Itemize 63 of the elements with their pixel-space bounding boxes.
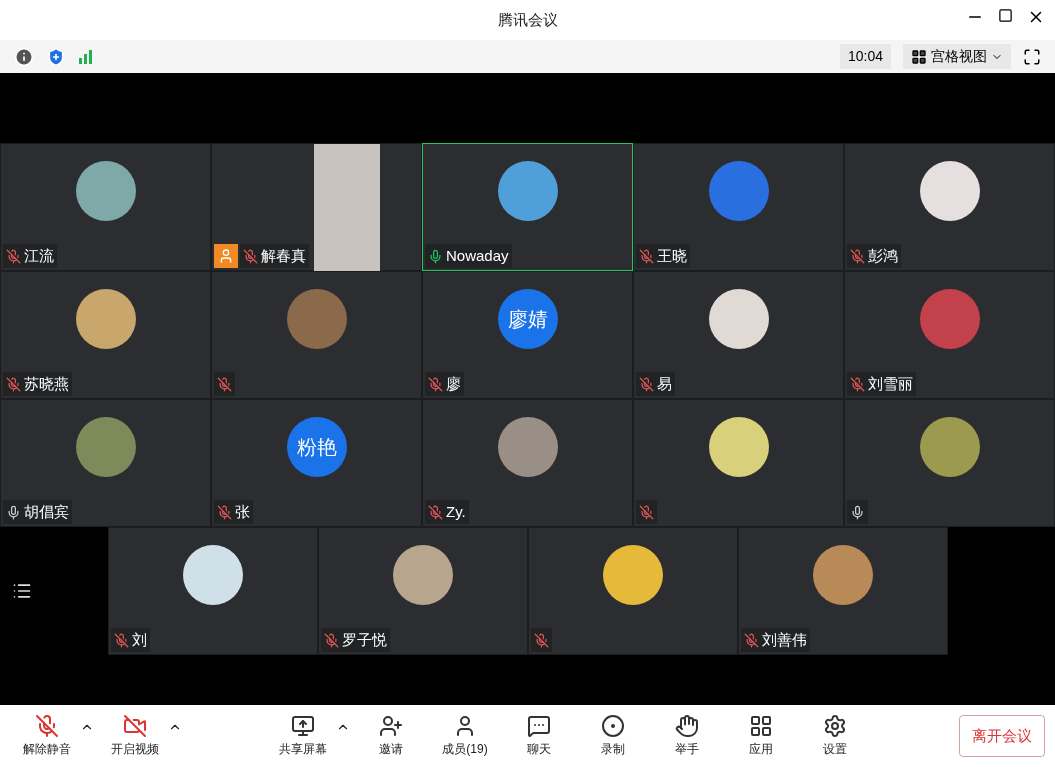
record-icon [601,714,625,738]
toolbar-button[interactable]: 聊天 [506,714,572,758]
toolbar-button[interactable]: 开启视频 [102,714,182,758]
participant-name: 解春真 [261,245,306,266]
share-icon [291,714,315,738]
participant-name: Nowaday [446,245,509,266]
window-title: 腾讯会议 [497,9,558,30]
toolbar-button[interactable]: 设置 [802,714,868,758]
muted-mic-icon [324,632,339,648]
apps-icon [749,714,773,738]
muted-mic-icon [217,504,232,520]
muted-mic-icon [428,376,443,392]
fullscreen-icon[interactable] [1023,47,1041,66]
mic-icon [428,248,443,264]
muted-mic-icon [243,248,258,264]
info-icon[interactable] [14,46,34,67]
participant-name: 廖 [446,373,461,394]
muted-mic-icon [850,248,865,264]
view-dropdown[interactable]: 宫格视图 [903,44,1011,69]
muted-mic-icon [639,376,654,392]
participant-name: 王晓 [657,245,687,266]
toolbar-button[interactable]: 解除静音 [14,714,94,758]
user-icon [214,244,238,268]
hand-icon [675,714,699,738]
shield-icon[interactable] [46,46,66,67]
invite-icon [379,714,403,738]
list-icon[interactable] [12,581,32,601]
chat-icon [527,714,551,738]
muted-mic-icon [639,248,654,264]
mic-icon [35,714,59,738]
participant-name: 刘 [132,629,147,650]
settings-icon [823,714,847,738]
muted-mic-icon [114,632,129,648]
participant-name: 刘雪丽 [868,373,913,394]
toolbar-button[interactable]: 举手 [654,714,720,758]
participant-name: 苏晓燕 [24,373,69,394]
avatar-initials: 粉艳 [286,417,347,477]
maximize-icon[interactable] [998,8,1013,23]
toolbar-button[interactable]: 成员(19) [432,714,498,758]
participant-name: Zy. [446,501,466,522]
muted-mic-icon [6,376,21,392]
participant-name: 易 [657,373,672,394]
participant-name: 罗子悦 [342,629,387,650]
grid-icon [911,48,927,65]
muted-mic-icon [6,248,21,264]
toolbar-button[interactable]: 邀请 [358,714,424,758]
mic-icon [6,504,21,520]
participant-name: 胡倡宾 [24,501,69,522]
muted-mic-icon [744,632,759,648]
meeting-timer: 10:04 [839,44,891,69]
signal-icon[interactable] [78,49,94,64]
toolbar-button[interactable]: 录制 [580,714,646,758]
avatar-initials: 廖婧 [497,289,558,349]
participant-name: 张 [235,501,250,522]
participant-name: 彭鸿 [868,245,898,266]
muted-mic-icon [850,376,865,392]
participant-name: 刘善伟 [762,629,807,650]
video-icon [123,714,147,738]
participant-name: 江流 [24,245,54,266]
leave-meeting-button[interactable]: 离开会议 [959,714,1045,758]
muted-mic-icon [428,504,443,520]
toolbar-button[interactable]: 共享屏幕 [270,714,350,758]
toolbar-button[interactable]: 应用 [728,714,794,758]
